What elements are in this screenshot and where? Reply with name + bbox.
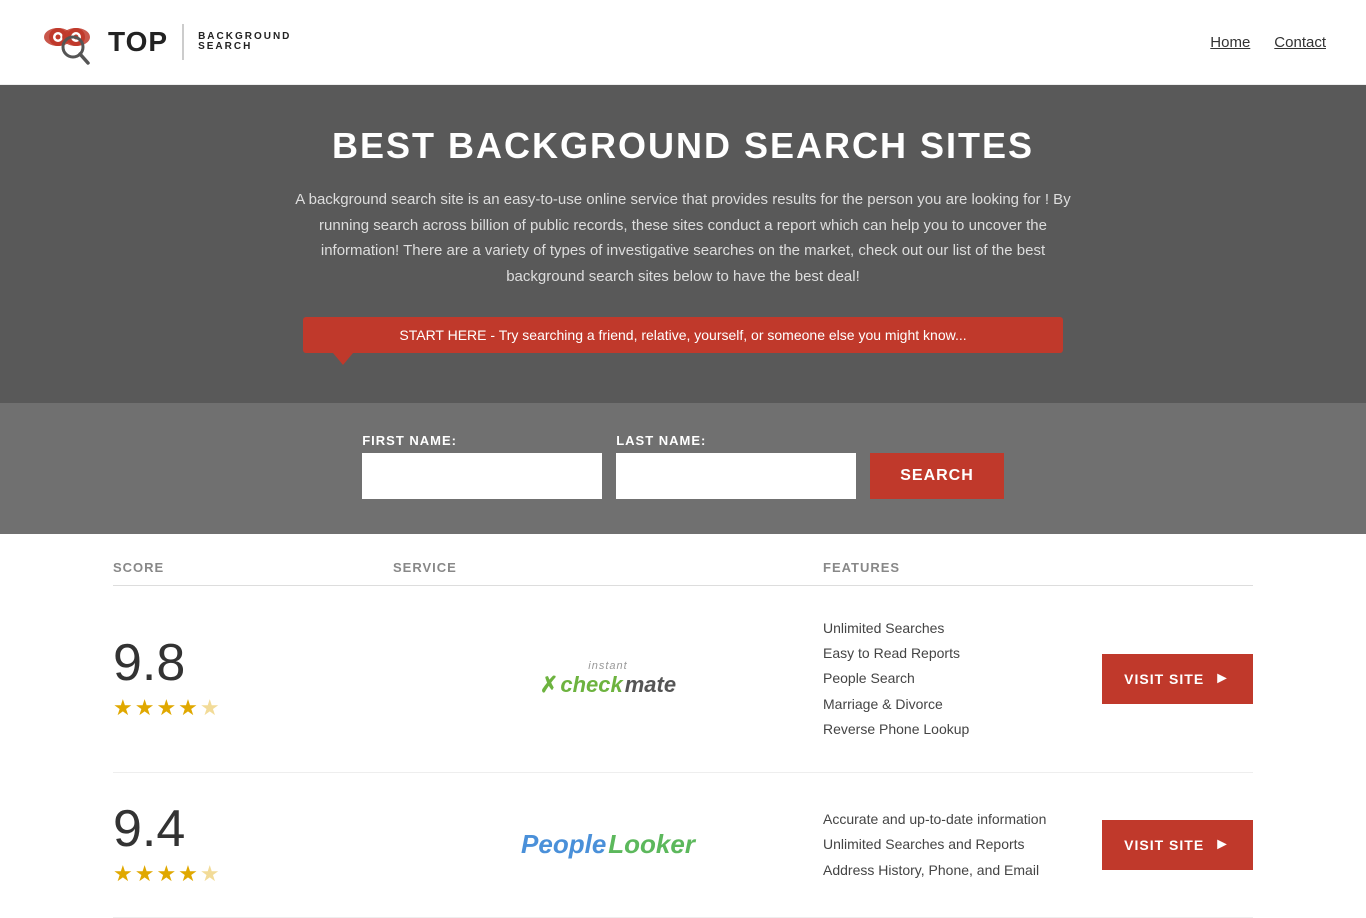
feature-item: Unlimited Searches	[823, 616, 969, 641]
last-name-label: LAST NAME:	[616, 433, 856, 448]
feature-item: People Search	[823, 666, 969, 691]
visit-site-button-2[interactable]: VISIT SITE ►	[1102, 820, 1253, 870]
stars-2: ★★★★★	[113, 861, 222, 887]
score-col-1: 9.8 ★★★★★	[113, 637, 393, 721]
feature-item: Accurate and up-to-date information	[823, 807, 1046, 832]
header-score: SCORE	[113, 560, 393, 575]
logo-sub-block: BACKGROUND SEARCH	[198, 32, 291, 52]
first-name-input[interactable]	[362, 453, 602, 499]
feature-item: Address History, Phone, and Email	[823, 858, 1046, 883]
hero-title: BEST BACKGROUND SEARCH SITES	[20, 125, 1346, 167]
service-col-2: People Looker	[393, 815, 823, 875]
logo-text: TOP	[108, 26, 168, 58]
feature-item: Easy to Read Reports	[823, 641, 969, 666]
service-logo-1: instant ✗ checkmate	[540, 649, 676, 709]
speech-bubble: START HERE - Try searching a friend, rel…	[303, 317, 1063, 353]
logo: TOP BACKGROUND SEARCH	[40, 15, 291, 70]
search-button[interactable]: SEARCH	[870, 453, 1004, 499]
service-logo-2: People Looker	[521, 815, 695, 875]
hero-section: BEST BACKGROUND SEARCH SITES A backgroun…	[0, 85, 1366, 403]
visit-site-button-1[interactable]: VISIT SITE ►	[1102, 654, 1253, 704]
hero-description: A background search site is an easy-to-u…	[293, 187, 1073, 289]
feature-item: Marriage & Divorce	[823, 692, 969, 717]
site-header: TOP BACKGROUND SEARCH Home Contact	[0, 0, 1366, 85]
feature-item: Reverse Phone Lookup	[823, 717, 969, 742]
stars-1: ★★★★★	[113, 695, 222, 721]
service-col-1: instant ✗ checkmate	[393, 649, 823, 709]
results-table: SCORE SERVICE FEATURES 9.8 ★★★★★ instant…	[83, 544, 1283, 918]
score-number-1: 9.8	[113, 637, 185, 689]
logo-divider	[182, 24, 184, 60]
features-list-2: Accurate and up-to-date information Unli…	[823, 807, 1046, 883]
arrow-icon-1: ►	[1214, 670, 1231, 688]
visit-site-label-1: VISIT SITE	[1124, 671, 1204, 687]
table-header: SCORE SERVICE FEATURES	[113, 544, 1253, 586]
logo-sub-line2: SEARCH	[198, 42, 291, 52]
first-name-label: FIRST NAME:	[362, 433, 602, 448]
table-row: 9.4 ★★★★★ People Looker Accurate and up-…	[113, 773, 1253, 918]
arrow-icon-2: ►	[1214, 836, 1231, 854]
score-number-2: 9.4	[113, 803, 185, 855]
table-row: 9.8 ★★★★★ instant ✗ checkmate Unlimited …	[113, 586, 1253, 773]
logo-top-text: TOP	[108, 26, 168, 58]
first-name-field: FIRST NAME:	[362, 433, 602, 499]
features-visit-col-2: Accurate and up-to-date information Unli…	[823, 807, 1253, 883]
search-form: FIRST NAME: LAST NAME: SEARCH	[20, 433, 1346, 499]
nav-contact[interactable]: Contact	[1274, 34, 1326, 51]
main-nav: Home Contact	[1210, 34, 1326, 51]
score-col-2: 9.4 ★★★★★	[113, 803, 393, 887]
visit-site-label-2: VISIT SITE	[1124, 837, 1204, 853]
nav-home[interactable]: Home	[1210, 34, 1250, 51]
header-features: FEATURES	[823, 560, 1253, 575]
feature-item: Unlimited Searches and Reports	[823, 832, 1046, 857]
logo-icon	[40, 15, 100, 70]
features-visit-col-1: Unlimited Searches Easy to Read Reports …	[823, 616, 1253, 742]
last-name-field: LAST NAME:	[616, 433, 856, 499]
header-service: SERVICE	[393, 560, 823, 575]
last-name-input[interactable]	[616, 453, 856, 499]
search-section: FIRST NAME: LAST NAME: SEARCH	[0, 403, 1366, 534]
features-list-1: Unlimited Searches Easy to Read Reports …	[823, 616, 969, 742]
